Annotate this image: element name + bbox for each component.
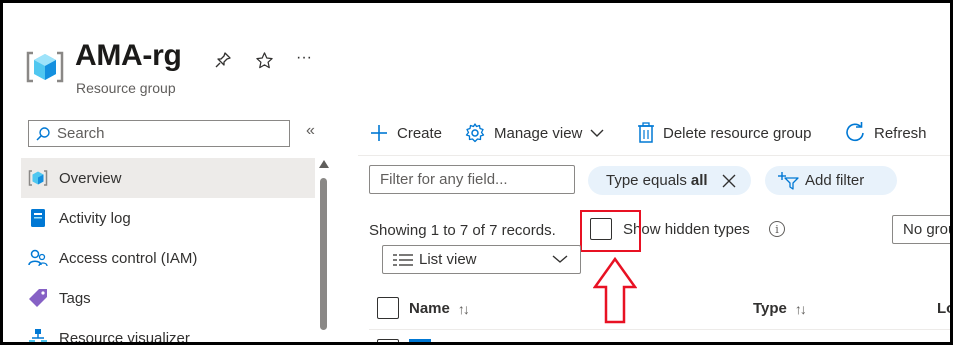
add-filter-icon <box>778 171 799 190</box>
manage-view-label: Manage view <box>494 124 583 142</box>
sidebar-nav: Overview Activity log Access control (IA… <box>21 158 315 345</box>
chevron-down-icon <box>590 129 604 137</box>
refresh-icon <box>846 122 864 142</box>
scroll-up-arrow[interactable] <box>319 160 329 168</box>
column-header-location[interactable]: Lo <box>937 300 950 317</box>
column-label: Name <box>409 300 450 317</box>
annotation-highlight-box <box>580 210 641 252</box>
app-frame: AMA-rg Resource group ··· « Overview Act… <box>0 0 953 345</box>
create-button[interactable]: Create <box>369 120 442 146</box>
delete-resource-group-button[interactable]: Delete resource group <box>637 120 811 146</box>
refresh-label: Refresh <box>874 124 927 142</box>
records-count: Showing 1 to 7 of 7 records. <box>369 222 556 239</box>
close-icon[interactable] <box>722 174 736 188</box>
show-hidden-types-label: Show hidden types <box>623 221 750 238</box>
toolbar-divider <box>358 155 950 156</box>
sidebar-item-tags[interactable]: Tags <box>21 278 315 318</box>
row-resource-icon <box>409 339 431 342</box>
view-mode-dropdown[interactable]: List view <box>382 245 581 274</box>
trash-icon <box>638 122 654 143</box>
page-subtitle: Resource group <box>76 80 176 96</box>
add-filter-label: Add filter <box>805 172 865 189</box>
gear-icon <box>465 123 485 143</box>
pin-icon[interactable] <box>212 49 234 71</box>
sidebar-item-activity-log[interactable]: Activity log <box>21 198 315 238</box>
more-options-button[interactable]: ··· <box>293 47 315 69</box>
collapse-sidebar-button[interactable]: « <box>306 122 315 140</box>
view-mode-label: List view <box>419 251 477 268</box>
sidebar-item-label: Resource visualizer <box>59 329 190 345</box>
header-divider <box>369 329 950 330</box>
info-icon[interactable]: i <box>769 221 785 237</box>
refresh-button[interactable]: Refresh <box>844 120 927 146</box>
filter-input[interactable] <box>369 165 575 194</box>
select-all-checkbox[interactable] <box>377 297 399 319</box>
search-icon <box>36 126 50 141</box>
delete-label: Delete resource group <box>663 124 812 142</box>
sidebar-scrollbar[interactable] <box>320 178 327 330</box>
column-label: Type <box>753 300 787 317</box>
sidebar-item-label: Overview <box>59 169 122 187</box>
type-filter-pill[interactable]: Type equals all <box>588 166 751 195</box>
create-label: Create <box>397 124 443 142</box>
resource-group-icon <box>25 47 65 87</box>
sidebar-item-label: Activity log <box>59 209 131 227</box>
sidebar-item-label: Tags <box>59 289 91 307</box>
visualizer-icon <box>27 327 49 342</box>
list-view-icon <box>393 253 413 266</box>
column-header-name[interactable]: Name ↑↓ <box>409 300 470 317</box>
page-title: AMA-rg <box>75 39 182 72</box>
add-filter-button[interactable]: Add filter <box>765 166 897 195</box>
type-filter-prefix: Type equals <box>606 172 687 189</box>
annotation-arrow <box>593 257 637 324</box>
sidebar-item-label: Access control (IAM) <box>59 249 198 267</box>
sidebar-item-resource-visualizer[interactable]: Resource visualizer <box>21 318 315 345</box>
tag-icon <box>27 287 49 309</box>
sort-icon: ↑↓ <box>794 300 807 317</box>
column-label: Lo <box>937 300 950 317</box>
column-header-type[interactable]: Type ↑↓ <box>753 300 807 317</box>
people-icon <box>27 247 49 269</box>
search-input[interactable] <box>57 125 277 142</box>
type-filter-value: all <box>690 172 708 189</box>
row-checkbox[interactable] <box>377 339 399 342</box>
sort-icon: ↑↓ <box>457 300 470 317</box>
sidebar-item-overview[interactable]: Overview <box>21 158 315 198</box>
star-icon[interactable] <box>253 49 275 71</box>
sidebar-search[interactable] <box>28 120 290 147</box>
manage-view-button[interactable]: Manage view <box>464 120 612 146</box>
plus-icon <box>371 125 387 141</box>
chevron-down-icon <box>552 255 568 263</box>
grouping-dropdown[interactable]: No grou <box>892 215 950 244</box>
activity-log-icon <box>27 207 49 229</box>
sidebar-item-access-control[interactable]: Access control (IAM) <box>21 238 315 278</box>
resource-group-icon <box>27 167 49 189</box>
